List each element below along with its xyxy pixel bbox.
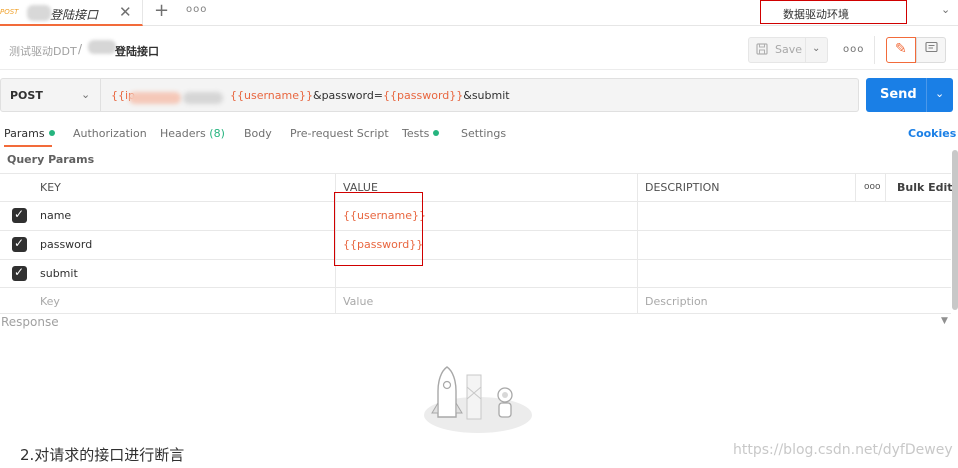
- environment-selector[interactable]: 数据驱动环境: [760, 0, 907, 24]
- column-header-key: KEY: [40, 181, 61, 194]
- bulk-edit-button[interactable]: Bulk Edit: [897, 181, 953, 194]
- row-checkbox[interactable]: ✓: [12, 236, 27, 252]
- tab-headers-label: Headers: [160, 127, 206, 140]
- table-divider: [637, 173, 638, 313]
- chevron-down-icon: ⌄: [81, 88, 91, 101]
- breadcrumb-separator: /: [78, 42, 83, 56]
- breadcrumb-request: 登陆接口: [115, 45, 159, 58]
- save-icon: [756, 43, 768, 59]
- tab-tests[interactable]: Tests: [402, 127, 440, 140]
- new-value-input[interactable]: Value: [343, 295, 373, 308]
- column-header-description: DESCRIPTION: [645, 181, 720, 194]
- redacted-region: [88, 40, 116, 54]
- tab-authorization[interactable]: Authorization: [73, 127, 147, 140]
- row-checkbox[interactable]: ✓: [12, 265, 27, 281]
- article-caption: 2.对请求的接口进行断言: [20, 446, 185, 464]
- empty-response-illustration: [423, 357, 533, 433]
- table-divider: [0, 313, 951, 314]
- environment-label: 数据驱动环境: [783, 8, 849, 21]
- url-variable: {{username}}: [230, 89, 313, 102]
- new-description-input[interactable]: Description: [645, 295, 708, 308]
- watermark: https://blog.csdn.net/dyfDewey: [733, 442, 953, 458]
- query-params-title: Query Params: [7, 153, 95, 166]
- url-input[interactable]: {{ip {{username}}&password={{password}}&…: [101, 78, 859, 112]
- annotation-highlight: [334, 192, 423, 266]
- send-dropdown-button[interactable]: ⌄: [926, 78, 953, 112]
- send-button-label: Send: [880, 87, 917, 102]
- chevron-down-icon: ⌄: [935, 87, 945, 100]
- breadcrumb-collection[interactable]: 测试驱动DDT: [9, 43, 77, 59]
- send-button[interactable]: Send: [866, 78, 926, 112]
- tab-headers[interactable]: Headers (8): [160, 127, 225, 140]
- table-divider: [855, 173, 856, 201]
- breadcrumb: 测试驱动DDT / 登陆接口 Save ⌄ ooo ✎: [0, 26, 958, 70]
- tab-body[interactable]: Body: [244, 127, 272, 140]
- request-tab-bar: POST 登陆接口 ✕ + ooo 数据驱动环境 ⌄: [0, 0, 958, 26]
- headers-count: (8): [209, 127, 225, 140]
- postman-window: POST 登陆接口 ✕ + ooo 数据驱动环境 ⌄ 测试驱动DDT / 登陆接…: [0, 0, 958, 468]
- active-tab-indicator: [4, 145, 52, 147]
- edit-button[interactable]: ✎: [886, 37, 916, 63]
- save-button[interactable]: Save: [748, 37, 806, 63]
- save-dropdown-button[interactable]: ⌄: [806, 37, 828, 63]
- check-icon: ✓: [14, 265, 25, 279]
- url-variable: {{password}}: [383, 89, 464, 102]
- table-divider: [0, 230, 951, 231]
- scrollbar[interactable]: [952, 150, 958, 310]
- table-divider: [0, 201, 951, 202]
- param-key[interactable]: submit: [40, 267, 78, 280]
- status-dot: [48, 130, 55, 136]
- redacted-region: [129, 92, 181, 104]
- url-text: {{username}}&password={{password}}&submi…: [230, 89, 510, 102]
- more-options-icon[interactable]: ooo: [843, 44, 864, 55]
- table-divider: [0, 287, 951, 288]
- check-icon: ✓: [14, 207, 25, 221]
- method-label: POST: [10, 89, 43, 102]
- request-tab[interactable]: POST 登陆接口 ✕: [0, 0, 143, 26]
- url-segment: &password=: [313, 89, 384, 102]
- tab-params[interactable]: Params: [4, 127, 55, 140]
- pencil-icon: ✎: [895, 41, 907, 57]
- cookies-link[interactable]: Cookies: [908, 127, 956, 140]
- new-key-input[interactable]: Key: [40, 295, 60, 308]
- row-checkbox[interactable]: ✓: [12, 207, 27, 223]
- table-divider: [0, 259, 951, 260]
- comment-icon: [925, 41, 938, 58]
- param-key[interactable]: password: [40, 238, 92, 251]
- more-options-icon[interactable]: ooo: [864, 182, 881, 192]
- collapse-icon[interactable]: ▼: [941, 316, 948, 326]
- response-title: Response: [1, 315, 59, 329]
- redacted-region: [27, 5, 51, 21]
- chevron-down-icon: ⌄: [812, 43, 821, 54]
- table-divider: [0, 173, 951, 174]
- plus-icon[interactable]: +: [154, 0, 169, 21]
- method-select[interactable]: POST ⌄: [0, 78, 101, 112]
- table-divider: [885, 173, 886, 201]
- tab-params-label: Params: [4, 127, 45, 140]
- more-options-icon[interactable]: ooo: [186, 4, 207, 15]
- tab-method-badge: POST: [0, 8, 19, 16]
- redacted-region: [183, 92, 223, 104]
- save-button-label: Save: [775, 43, 803, 56]
- tab-tests-label: Tests: [402, 127, 430, 140]
- close-icon[interactable]: ✕: [119, 3, 132, 21]
- status-dot: [433, 130, 440, 136]
- check-icon: ✓: [14, 236, 25, 250]
- tab-title: 登陆接口: [50, 8, 99, 22]
- documentation-button[interactable]: [916, 37, 946, 63]
- tab-settings[interactable]: Settings: [461, 127, 506, 140]
- url-segment: &submit: [463, 89, 510, 102]
- tab-prerequest-script[interactable]: Pre-request Script: [290, 127, 389, 140]
- divider: [874, 36, 875, 64]
- param-key[interactable]: name: [40, 209, 71, 222]
- chevron-down-icon[interactable]: ⌄: [941, 3, 950, 16]
